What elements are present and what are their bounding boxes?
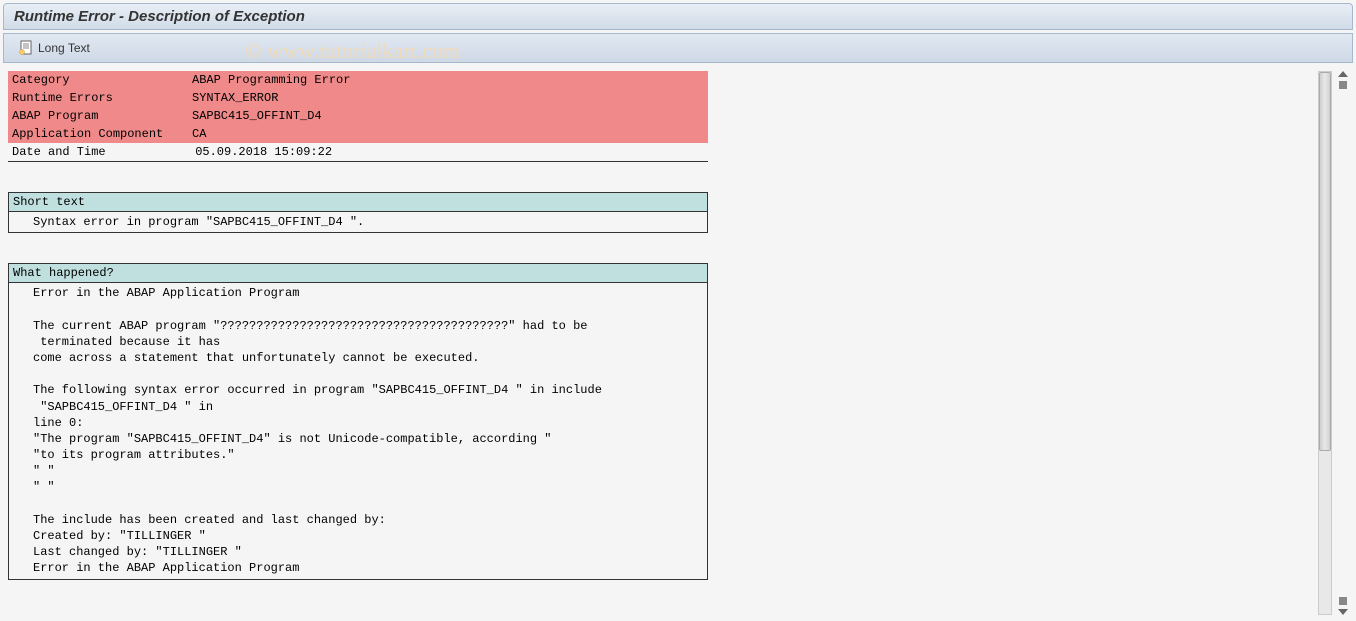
scroll-marker-icon bbox=[1339, 81, 1347, 89]
short-text-body: Syntax error in program "SAPBC415_OFFINT… bbox=[9, 212, 707, 232]
error-label: ABAP Program bbox=[8, 107, 188, 125]
date-label: Date and Time bbox=[12, 145, 188, 159]
what-happened-line: The current ABAP program "??????????????… bbox=[13, 318, 703, 334]
long-text-label: Long Text bbox=[38, 41, 90, 55]
scroll-indicator-bottom bbox=[1336, 597, 1350, 615]
what-happened-line: " " bbox=[13, 479, 703, 495]
what-happened-line: The include has been created and last ch… bbox=[13, 512, 703, 528]
what-happened-header: What happened? bbox=[9, 264, 707, 283]
table-row: Application ComponentCA bbox=[8, 125, 708, 143]
what-happened-line: "SAPBC415_OFFINT_D4 " in bbox=[13, 399, 703, 415]
short-text-header: Short text bbox=[9, 193, 707, 212]
error-value: SAPBC415_OFFINT_D4 bbox=[188, 107, 708, 125]
error-info-table: CategoryABAP Programming ErrorRuntime Er… bbox=[8, 71, 708, 143]
scroll-down-icon[interactable] bbox=[1338, 609, 1348, 615]
date-value: 05.09.2018 15:09:22 bbox=[195, 145, 332, 159]
what-happened-line: "The program "SAPBC415_OFFINT_D4" is not… bbox=[13, 431, 703, 447]
what-happened-line bbox=[13, 301, 703, 317]
scroll-marker-icon bbox=[1339, 597, 1347, 605]
what-happened-line: The following syntax error occurred in p… bbox=[13, 382, 703, 398]
long-text-button[interactable]: Long Text bbox=[14, 38, 94, 58]
what-happened-line: come across a statement that unfortunate… bbox=[13, 350, 703, 366]
short-text-line: Syntax error in program "SAPBC415_OFFINT… bbox=[13, 214, 703, 230]
error-label: Runtime Errors bbox=[8, 89, 188, 107]
error-value: SYNTAX_ERROR bbox=[188, 89, 708, 107]
what-happened-section: What happened? Error in the ABAP Applica… bbox=[8, 263, 708, 579]
scroll-indicator-top bbox=[1336, 71, 1350, 89]
what-happened-line: Created by: "TILLINGER " bbox=[13, 528, 703, 544]
document-icon bbox=[18, 40, 34, 56]
error-value: ABAP Programming Error bbox=[188, 71, 708, 89]
what-happened-line: Error in the ABAP Application Program bbox=[13, 560, 703, 576]
error-label: Application Component bbox=[8, 125, 188, 143]
table-row: ABAP ProgramSAPBC415_OFFINT_D4 bbox=[8, 107, 708, 125]
table-row: CategoryABAP Programming Error bbox=[8, 71, 708, 89]
what-happened-line: line 0: bbox=[13, 415, 703, 431]
what-happened-line: "to its program attributes." bbox=[13, 447, 703, 463]
what-happened-line: " " bbox=[13, 463, 703, 479]
title-bar: Runtime Error - Description of Exception bbox=[3, 3, 1353, 30]
what-happened-line: Error in the ABAP Application Program bbox=[13, 285, 703, 301]
short-text-section: Short text Syntax error in program "SAPB… bbox=[8, 192, 708, 233]
what-happened-line: terminated because it has bbox=[13, 334, 703, 350]
what-happened-line: Last changed by: "TILLINGER " bbox=[13, 544, 703, 560]
what-happened-line bbox=[13, 496, 703, 512]
scrollbar-thumb[interactable] bbox=[1319, 72, 1331, 451]
page-title: Runtime Error - Description of Exception bbox=[14, 8, 305, 25]
what-happened-body: Error in the ABAP Application Program Th… bbox=[9, 283, 707, 578]
scroll-up-icon[interactable] bbox=[1338, 71, 1348, 77]
error-value: CA bbox=[188, 125, 708, 143]
error-label: Category bbox=[8, 71, 188, 89]
vertical-scrollbar[interactable] bbox=[1318, 71, 1332, 615]
date-time-row: Date and Time 05.09.2018 15:09:22 bbox=[8, 143, 708, 162]
toolbar: Long Text bbox=[3, 33, 1353, 63]
content-area: CategoryABAP Programming ErrorRuntime Er… bbox=[8, 71, 1348, 580]
table-row: Runtime ErrorsSYNTAX_ERROR bbox=[8, 89, 708, 107]
what-happened-line bbox=[13, 366, 703, 382]
